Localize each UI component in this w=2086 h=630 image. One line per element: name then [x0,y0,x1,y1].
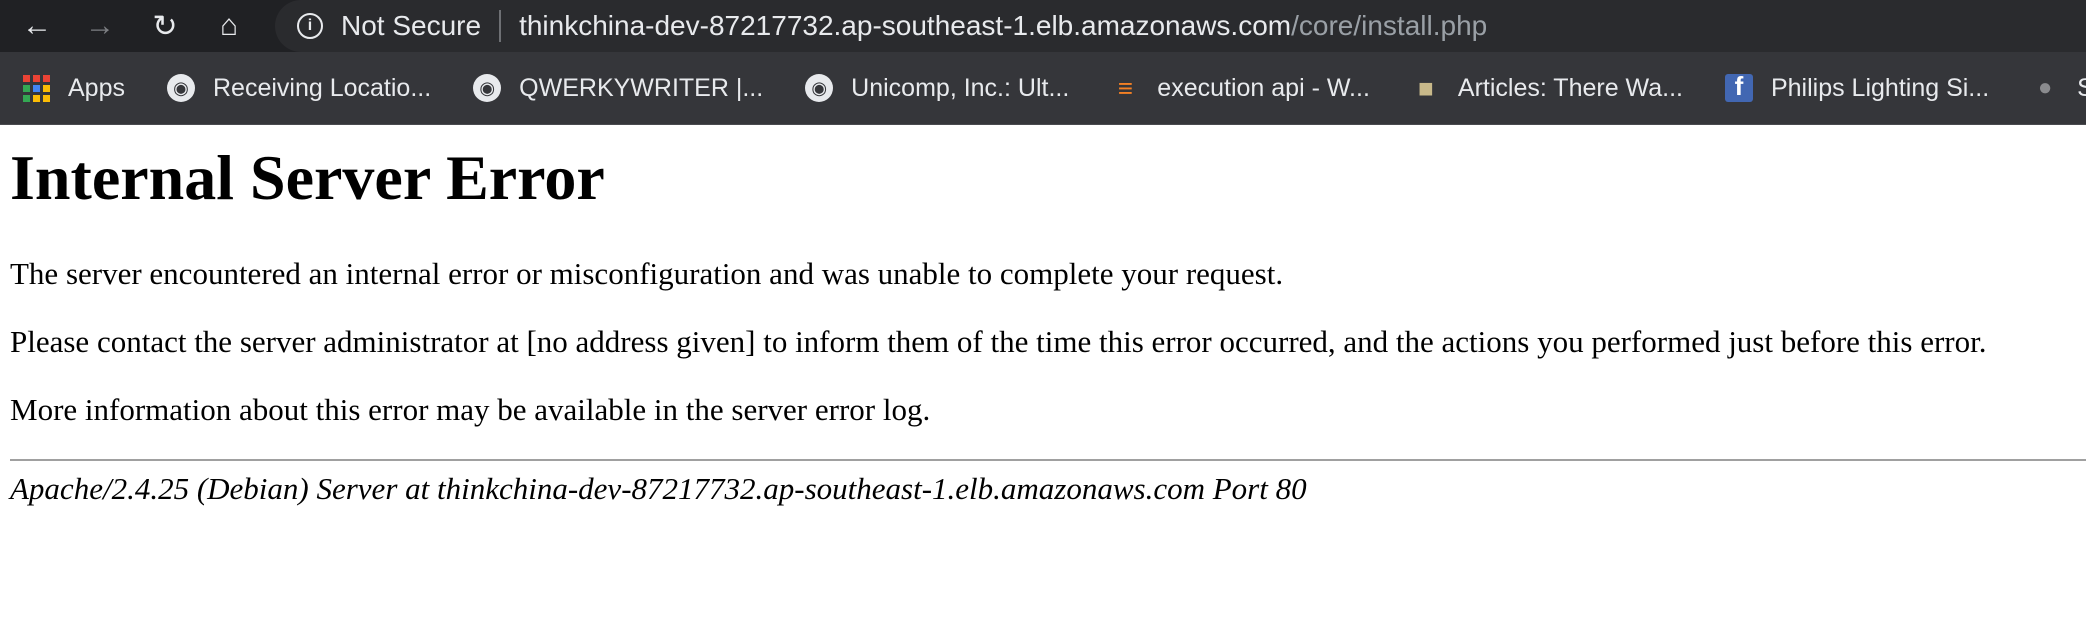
bookmark-label: Articles: There Wa... [1457,73,1683,102]
globe-icon: ◉ [473,74,502,102]
page-content: Internal Server Error The server encount… [0,141,2086,507]
bookmark-item[interactable]: ◉ Receiving Locatio... [166,73,432,103]
server-signature: Apache/2.4.25 (Debian) Server at thinkch… [10,470,1307,506]
security-label[interactable]: Not Secure [341,10,481,42]
bookmark-label: Apps [68,73,125,102]
divider [499,10,502,42]
bookmark-label: Sta [2077,73,2086,102]
bookmark-item[interactable]: ≡ execution api - W... [1111,72,1370,103]
info-icon[interactable]: i [297,13,323,39]
error-message: The server encountered an internal error… [10,255,1284,291]
bookmark-label: Philips Lighting Si... [1770,73,1990,102]
bookmark-item[interactable]: ◉ Unicomp, Inc.: Ult... [805,74,1069,103]
stackoverflow-icon: ≡ [1117,72,1133,103]
divider [10,458,2086,461]
bookmark-item[interactable]: ● Sta [2031,74,2086,103]
home-button[interactable]: ⌂ [209,6,249,46]
bookmark-item[interactable]: ◉ QWERKYWRITER |... [473,74,763,103]
bookmark-apps[interactable]: Apps [22,74,125,103]
address-bar[interactable]: i Not Secure thinkchina-dev-87217732.ap-… [275,0,2086,52]
arrow-right-icon: → [85,9,115,42]
arrow-left-icon: ← [22,9,52,42]
back-button[interactable]: ← [17,6,57,46]
url-host[interactable]: thinkchina-dev-87217732.ap-southeast-1.e… [519,10,1291,42]
bookmark-item[interactable]: f Philips Lighting Si... [1724,71,1990,103]
apple-icon: ● [2037,74,2053,101]
globe-icon: ◉ [166,74,195,102]
home-icon: ⌂ [219,9,239,42]
log-message: More information about this error may be… [10,391,931,427]
reload-icon: ↻ [152,9,178,43]
bookmarks-bar: Apps ◉ Receiving Locatio... ◉ QWERKYWRITER… [0,52,2086,125]
globe-icon: ◉ [805,74,834,102]
apps-grid-icon [22,74,50,102]
contact-message: Please contact the server administrator … [10,323,1987,359]
reload-button[interactable]: ↻ [145,6,185,46]
forward-button[interactable]: → [80,6,120,46]
browser-toolbar: ← → ↻ ⌂ i Not Secure thinkchina-dev-8721… [0,0,2086,52]
top-hat-icon: ■ [1418,72,1434,103]
facebook-icon: f [1724,71,1753,102]
bookmark-label: Receiving Locatio... [212,73,432,102]
bookmark-label: Unicomp, Inc.: Ult... [851,73,1070,102]
page-title: Internal Server Error [10,142,605,213]
bookmark-label: execution api - W... [1157,73,1370,102]
bookmark-item[interactable]: ■ Articles: There Wa... [1412,72,1683,103]
url-path[interactable]: /core/install.php [1291,10,1487,42]
bookmark-label: QWERKYWRITER |... [519,73,764,102]
